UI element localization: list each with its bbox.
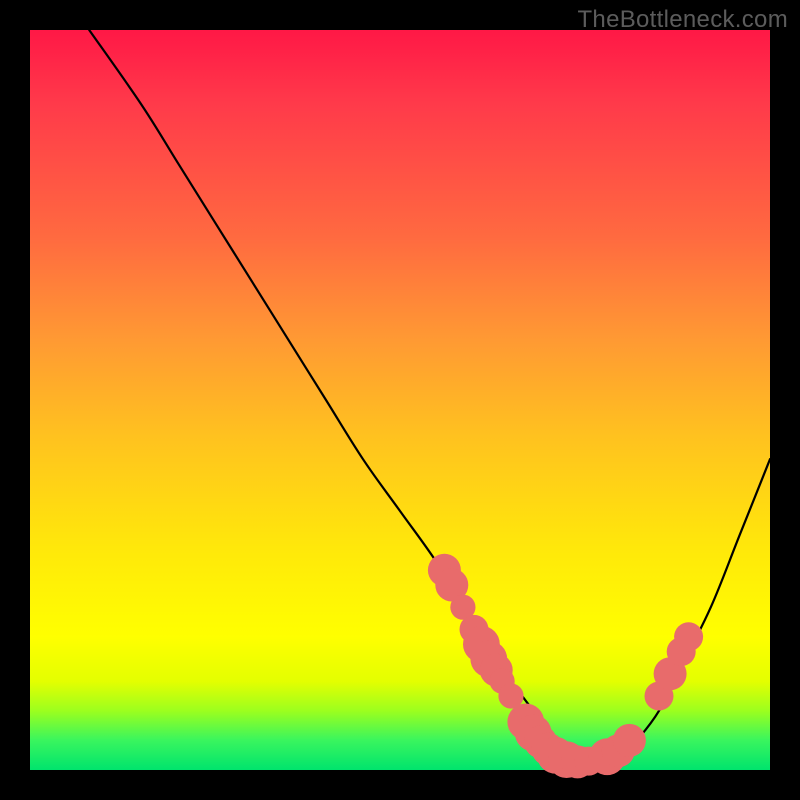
curve-marker bbox=[613, 724, 646, 757]
markers-group bbox=[428, 554, 703, 779]
curve-marker bbox=[674, 622, 703, 651]
plot-area bbox=[30, 30, 770, 770]
curve-svg bbox=[30, 30, 770, 770]
chart-frame: TheBottleneck.com bbox=[0, 0, 800, 800]
